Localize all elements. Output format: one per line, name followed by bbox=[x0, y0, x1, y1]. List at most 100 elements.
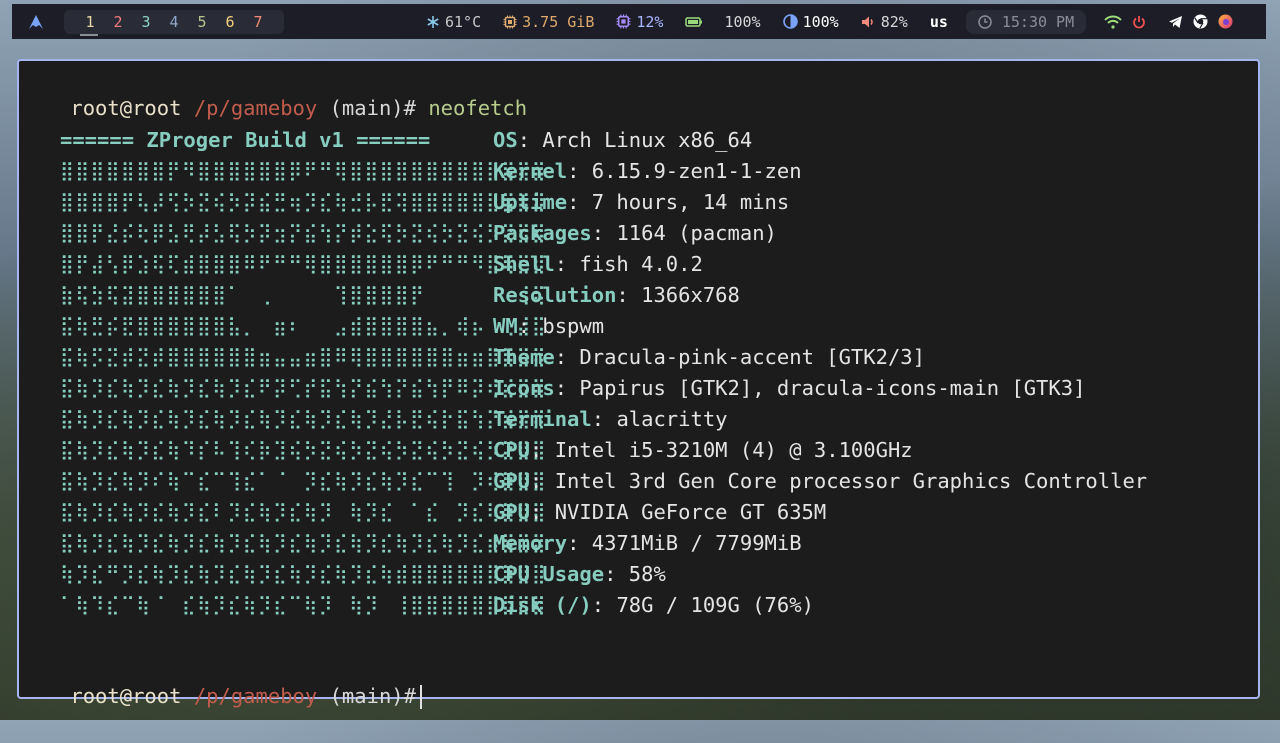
info-row: OS: Arch Linux x86_64 bbox=[493, 125, 1147, 156]
info-row: CPU Usage: 58% bbox=[493, 559, 1147, 590]
ascii-art-row: ⣿⣿⡟⣜⡮⢗⡿⣣⢟⡼⣣⢯⡳⡽⣲⡝⣮⢳⡝⡾⣕⢯⡳⣝⢮⡳⣝⢮⡳⣝⣿⣿ bbox=[60, 222, 547, 244]
info-separator: : bbox=[517, 128, 531, 152]
volume-value: 82% bbox=[880, 12, 908, 31]
info-key: GPU bbox=[493, 500, 531, 524]
info-key: Resolution bbox=[493, 283, 617, 307]
text-cursor bbox=[419, 685, 422, 709]
info-value: bspwm bbox=[542, 314, 605, 338]
info-key: Shell bbox=[493, 252, 555, 276]
info-value: 6.15.9-zen1-1-zen bbox=[591, 159, 802, 183]
command-text: neofetch bbox=[428, 96, 528, 120]
info-row: CPU: Intel i5-3210M (4) @ 3.100GHz bbox=[493, 435, 1147, 466]
ascii-art-row: ⣯⢷⣛⡮⣟⣿⣿⣿⣿⣿⣿⣧⡀⠀⣶⠆⠀⠀⣠⣾⣿⣿⣿⣿⣦⡀⢾⡦⠀⢀⣼⣯ bbox=[60, 315, 547, 337]
prompt-line[interactable]: root@root /p/gameboy (main)# bbox=[21, 650, 422, 743]
info-row: Disk (/): 78G / 109G (76%) bbox=[493, 590, 1147, 621]
snowflake-status[interactable]: 61°C bbox=[426, 13, 481, 31]
workspace-switcher: 1234567 bbox=[64, 9, 284, 36]
clock[interactable]: 15:30 PM bbox=[965, 9, 1087, 34]
keyboard-layout-value: us bbox=[929, 12, 948, 31]
battery-status[interactable]: 100% bbox=[685, 13, 761, 31]
info-row: Terminal: alacritty bbox=[493, 404, 1147, 435]
status-modules: 61°C 3.75 GiB 12% 100% 100% 82% us bbox=[426, 13, 970, 31]
terminal-window[interactable]: root@root /p/gameboy (main)# neofetch ==… bbox=[17, 59, 1260, 709]
cpu-icon bbox=[616, 14, 631, 29]
info-value: 4371MiB / 7799MiB bbox=[591, 531, 802, 555]
ascii-logo: ====== ZProger Build v1 ====== ⣿⣿⣿⣿⣿⣿⣿⡟⠻… bbox=[60, 125, 547, 621]
info-value: 78G / 109G (76%) bbox=[616, 593, 814, 617]
info-separator: : bbox=[604, 562, 617, 586]
info-key: WM bbox=[493, 314, 518, 338]
cpu-value: 12% bbox=[636, 12, 664, 31]
info-value: 7 hours, 14 mins bbox=[591, 190, 790, 214]
info-key: Uptime bbox=[493, 190, 568, 214]
arch-icon[interactable] bbox=[28, 14, 48, 30]
info-key: Packages bbox=[493, 221, 592, 245]
keyboard-layout-status[interactable]: us bbox=[930, 13, 948, 31]
system-tray bbox=[1100, 14, 1243, 29]
telegram-icon[interactable] bbox=[1168, 15, 1183, 29]
ascii-art-row: ⣯⢷⡹⣎⢷⡹⣎⢷⡹⣎⠇⡹⣎⢷⡹⣎⢷⡹⠀⢷⡹⣎⠀⠁⣎⠀⡹⣎⢷⣿⣿⣿ bbox=[60, 501, 547, 523]
info-value: Intel 3rd Gen Core processor Graphics Co… bbox=[554, 469, 1148, 493]
info-key: CPU bbox=[493, 438, 531, 462]
ascii-art-row: ⣯⢷⡹⣎⢷⡹⣎⢷⡹⣎⢷⡹⣎⠟⡽⢋⡞⣯⢳⡝⣮⢳⡝⣮⢳⡟⠿⡽⢞⣞⣿⣿ bbox=[60, 377, 547, 399]
prompt-user: root bbox=[70, 684, 120, 708]
workspace-6[interactable]: 6 bbox=[216, 13, 244, 31]
power-icon[interactable] bbox=[1132, 15, 1146, 29]
memory-icon bbox=[503, 15, 517, 29]
ascii-art-row: ⣯⢷⡹⣎⢷⡹⣎⢷⡹⣎⢷⡹⣎⢷⡹⣎⢷⡹⣎⢷⡹⣎⢷⡹⣎⢷⡹⣎⣾⣿⣿⣿ bbox=[60, 532, 547, 554]
ascii-art-row: ⠁⢷⠹⣎⠉⢷⠈⠀⣎⢷⡹⣎⢷⡹⣎⠉⢷⡹⠀⢷⡹⠀⢸⣿⣿⣿⣿⣿⣿⣿⣿⣿ bbox=[60, 594, 547, 616]
workspace-5[interactable]: 5 bbox=[188, 13, 216, 31]
ascii-art-row: ⣿⣿⣿⣿⣿⣿⣿⡟⠻⣿⣿⣿⣿⣿⣿⡿⠟⠛⢿⣿⣿⣿⣿⣿⣿⣿⣿⣿⣿⣿⣿⣿ bbox=[60, 160, 547, 182]
memory-status[interactable]: 3.75 GiB bbox=[503, 13, 594, 31]
clock-time: 15:30 PM bbox=[1001, 12, 1075, 31]
chrome-icon[interactable] bbox=[1193, 14, 1208, 29]
info-key: Disk (/) bbox=[493, 593, 592, 617]
volume-status[interactable]: 82% bbox=[861, 13, 908, 31]
workspace-3[interactable]: 3 bbox=[132, 13, 160, 31]
ascii-art-row: ⣷⢯⣳⢯⣽⣿⣿⣿⣿⣿⣿⠁⠀⢀⠀⠀⠀⠀⢹⣿⣿⣿⣿⡟⠀⠀⠀⠀⠀⠀⢸⢯ bbox=[60, 284, 547, 306]
info-separator: : bbox=[567, 159, 580, 183]
info-row: Theme: Dracula-pink-accent [GTK2/3] bbox=[493, 342, 1147, 373]
info-separator: : bbox=[567, 190, 580, 214]
info-key: OS bbox=[493, 128, 518, 152]
prompt-symbol: # bbox=[403, 96, 416, 120]
info-key: CPU Usage bbox=[493, 562, 605, 586]
info-row: GPU: NVIDIA GeForce GT 635M bbox=[493, 497, 1147, 528]
prompt-branch: (main) bbox=[329, 684, 404, 708]
prompt-symbol: # bbox=[403, 684, 416, 708]
snowflake-icon bbox=[426, 15, 440, 29]
info-separator: : bbox=[530, 438, 543, 462]
workspace-1[interactable]: 1 bbox=[76, 13, 104, 36]
brightness-icon bbox=[782, 14, 798, 29]
prompt-user: root bbox=[70, 96, 120, 120]
info-key: Terminal bbox=[493, 407, 592, 431]
brightness-status[interactable]: 100% bbox=[782, 13, 839, 31]
prompt-at: @ bbox=[119, 684, 133, 708]
ascii-art-row: ⣯⢷⡹⣎⢷⡹⠎⢷⠉⣎⠉⢹⣎⠁⠈⠀⡹⣎⢷⡹⣎⢷⡹⣎⠉⢹⠀⡹⢎⣿⣿⣿ bbox=[60, 470, 547, 492]
memory-value: 3.75 GiB bbox=[522, 12, 595, 31]
volume-icon bbox=[861, 15, 876, 29]
workspace-4[interactable]: 4 bbox=[160, 13, 188, 31]
battery-icon bbox=[685, 16, 703, 28]
info-value: NVIDIA GeForce GT 635M bbox=[554, 500, 827, 524]
prompt-at: @ bbox=[119, 96, 133, 120]
system-info: OS: Arch Linux x86_64 Kernel: 6.15.9-zen1… bbox=[493, 125, 1147, 621]
info-value: 58% bbox=[628, 562, 666, 586]
info-key: Memory bbox=[493, 531, 568, 555]
info-key: Kernel bbox=[493, 159, 568, 183]
prompt-host: root bbox=[132, 96, 182, 120]
ascii-header: ====== ZProger Build v1 ====== bbox=[60, 128, 431, 152]
workspace-7[interactable]: 7 bbox=[244, 13, 272, 31]
info-separator: : bbox=[616, 283, 629, 307]
info-row: Shell: fish 4.0.2 bbox=[493, 249, 1147, 280]
ascii-art-row: ⣯⢷⡫⣝⡾⣝⡾⣿⣿⣿⣿⣿⣿⣶⣤⣤⣶⣿⠿⢿⣿⣿⣿⣿⣿⣿⣶⣶⣿⣿⣽⣿ bbox=[60, 346, 547, 368]
info-value: 1366x768 bbox=[641, 283, 740, 307]
wifi-icon[interactable] bbox=[1104, 15, 1122, 29]
workspace-2[interactable]: 2 bbox=[104, 13, 132, 31]
info-separator: : bbox=[554, 376, 568, 400]
cpu-status[interactable]: 12% bbox=[616, 13, 663, 31]
info-row: Resolution: 1366x768 bbox=[493, 280, 1147, 311]
firefox-icon[interactable] bbox=[1218, 14, 1233, 29]
ascii-art-row: ⣿⡟⣼⢣⡿⣱⢯⢏⣾⣿⣿⣿⠿⠟⠛⠛⢿⣿⣿⣿⣿⣿⣿⡿⠟⠛⠛⠻⣿⢯⣛⣾ bbox=[60, 253, 547, 275]
info-separator: : bbox=[591, 221, 605, 245]
